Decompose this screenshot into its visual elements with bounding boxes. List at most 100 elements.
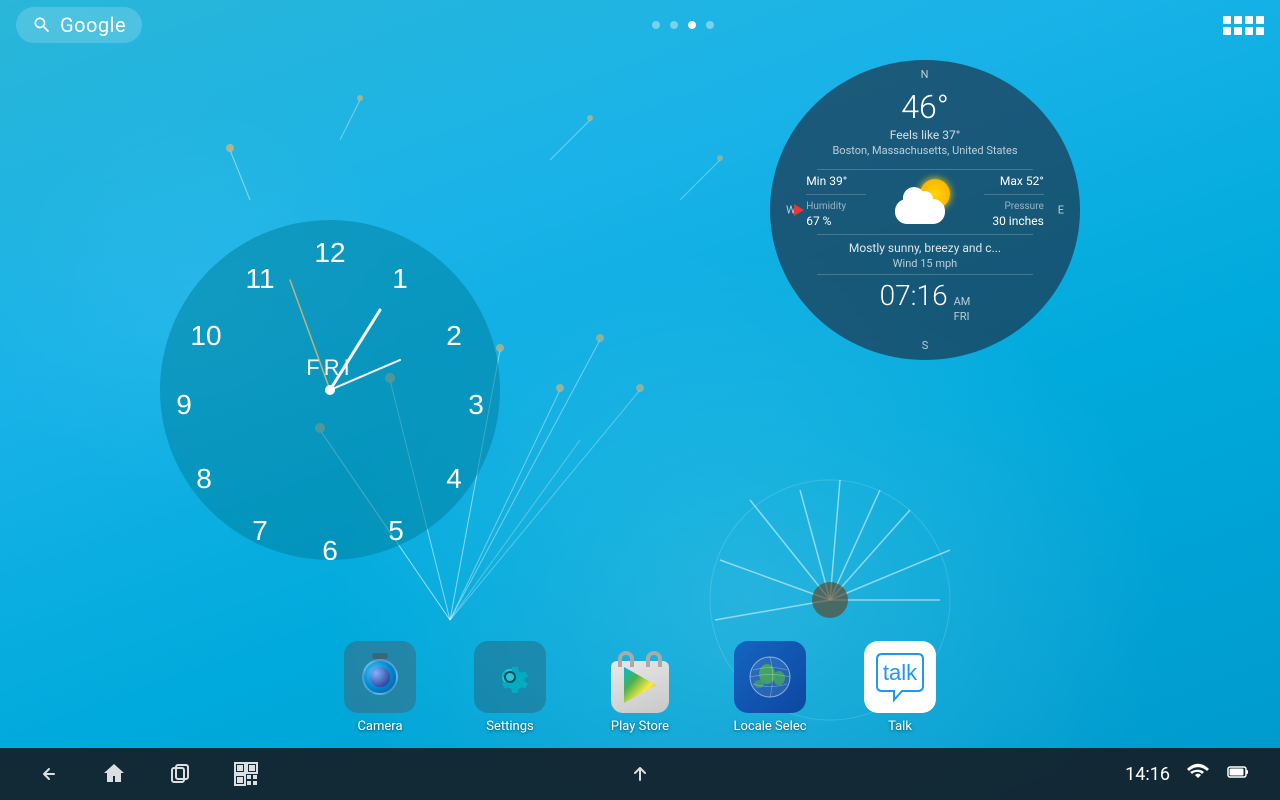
clock-numbers: 12 1 2 3 4 5 6 7 8 9 10 11 FRI — [160, 220, 500, 560]
cloud-part — [895, 199, 945, 224]
dock-item-talk[interactable]: talk Talk — [855, 641, 945, 734]
svg-text:11: 11 — [245, 263, 274, 294]
weather-description: Mostly sunny, breezy and c... — [849, 241, 1001, 255]
weather-day: FRI — [954, 310, 971, 323]
top-bar: Google — [0, 0, 1280, 50]
page-dot-3[interactable] — [688, 21, 696, 29]
apps-grid-button[interactable] — [1223, 16, 1264, 35]
wind-direction-marker — [794, 204, 804, 216]
divider-min — [806, 194, 866, 195]
gear-svg — [484, 651, 536, 703]
grid-cell — [1223, 27, 1231, 35]
dock: Camera Settings — [0, 641, 1280, 744]
divider-1 — [817, 169, 1033, 170]
weather-time-display: 07:16 AM FRI — [880, 279, 971, 323]
svg-text:6: 6 — [322, 535, 338, 560]
weather-time-value: 07:16 — [880, 279, 948, 312]
system-time: 14:16 — [1125, 764, 1170, 785]
clock-widget: 12 1 2 3 4 5 6 7 8 9 10 11 FRI — [160, 220, 500, 560]
humidity-label: Humidity — [806, 201, 866, 212]
globe-icon — [734, 641, 806, 713]
grid-cell — [1234, 16, 1242, 24]
back-icon — [34, 760, 62, 788]
weather-stats-row: Min 39° Humidity 67 % Max 52° Pressure 3… — [806, 174, 1044, 228]
grid-cell — [1245, 27, 1253, 35]
bag-handle-left — [618, 651, 634, 667]
page-dot-2[interactable] — [670, 21, 678, 29]
svg-text:2: 2 — [446, 320, 462, 351]
svg-text:1: 1 — [392, 263, 408, 294]
qr-scanner-button[interactable] — [228, 756, 264, 792]
max-temp: Max 52° — [1000, 174, 1044, 188]
weather-ampm: AM — [954, 295, 971, 308]
up-button[interactable] — [622, 756, 658, 792]
camera-icon — [344, 641, 416, 713]
settings-label: Settings — [486, 719, 533, 734]
home-icon — [100, 760, 128, 788]
svg-text:talk: talk — [883, 660, 918, 685]
talk-icon: talk — [864, 641, 936, 713]
weather-widget: N W E S 46° Feels like 37° Boston, Massa… — [770, 60, 1080, 360]
pressure-label: Pressure — [1004, 201, 1043, 212]
sun-cloud-icon — [895, 179, 955, 224]
play-store-icon — [604, 641, 676, 713]
battery-icon — [1226, 760, 1250, 788]
google-search-bar[interactable]: Google — [16, 7, 142, 43]
svg-text:7: 7 — [252, 515, 268, 546]
svg-text:12: 12 — [314, 237, 345, 268]
grid-cell — [1256, 27, 1264, 35]
recents-button[interactable] — [162, 756, 198, 792]
humidity-val: 67 % — [806, 214, 866, 228]
play-store-label: Play Store — [611, 719, 669, 734]
grid-cell — [1245, 16, 1253, 24]
nav-right-status: 14:16 — [1125, 760, 1250, 788]
globe-svg — [745, 652, 795, 702]
camera-bump — [372, 653, 388, 659]
google-label: Google — [60, 13, 126, 37]
page-dot-1[interactable] — [652, 21, 660, 29]
search-icon — [32, 15, 52, 35]
grid-cell — [1223, 16, 1231, 24]
location: Boston, Massachusetts, United States — [832, 144, 1017, 157]
svg-text:4: 4 — [446, 463, 462, 494]
temperature-display: 46° — [901, 88, 949, 126]
home-button[interactable] — [96, 756, 132, 792]
divider-2 — [817, 234, 1033, 235]
svg-text:3: 3 — [468, 389, 484, 420]
wifi-svg — [1186, 760, 1210, 784]
min-temp: Min 39° — [806, 174, 866, 188]
battery-svg — [1226, 760, 1250, 784]
weather-icon-area — [895, 179, 955, 224]
recents-icon — [166, 760, 194, 788]
back-button[interactable] — [30, 756, 66, 792]
dock-item-settings[interactable]: Settings — [465, 641, 555, 734]
nav-left-buttons — [30, 756, 264, 792]
dock-item-camera[interactable]: Camera — [335, 641, 425, 734]
weather-wind: Wind 15 mph — [893, 257, 957, 270]
feels-like: Feels like 37° — [890, 128, 960, 142]
svg-text:5: 5 — [388, 515, 404, 546]
weather-circle: N W E S 46° Feels like 37° Boston, Massa… — [770, 60, 1080, 360]
divider-max — [984, 194, 1044, 195]
locale-label: Locale Selec — [733, 719, 806, 734]
nav-bar: 14:16 — [0, 748, 1280, 800]
dock-item-play-store[interactable]: Play Store — [595, 641, 685, 734]
grid-cell — [1256, 16, 1264, 24]
up-icon — [626, 760, 654, 788]
dock-item-locale[interactable]: Locale Selec — [725, 641, 815, 734]
qr-icon — [232, 760, 260, 788]
bag-handle-right — [646, 651, 662, 667]
wifi-icon — [1186, 760, 1210, 788]
settings-icon — [474, 641, 546, 713]
grid-cell — [1234, 27, 1242, 35]
page-dot-4[interactable] — [706, 21, 714, 29]
camera-label: Camera — [357, 719, 402, 734]
pressure-val: 30 inches — [992, 214, 1043, 228]
divider-3 — [817, 274, 1033, 275]
min-temp-col: Min 39° Humidity 67 % — [806, 174, 866, 228]
svg-text:9: 9 — [176, 389, 192, 420]
nav-center — [622, 756, 658, 792]
svg-text:8: 8 — [196, 463, 212, 494]
page-indicators — [652, 21, 714, 29]
svg-text:FRI: FRI — [306, 355, 353, 380]
